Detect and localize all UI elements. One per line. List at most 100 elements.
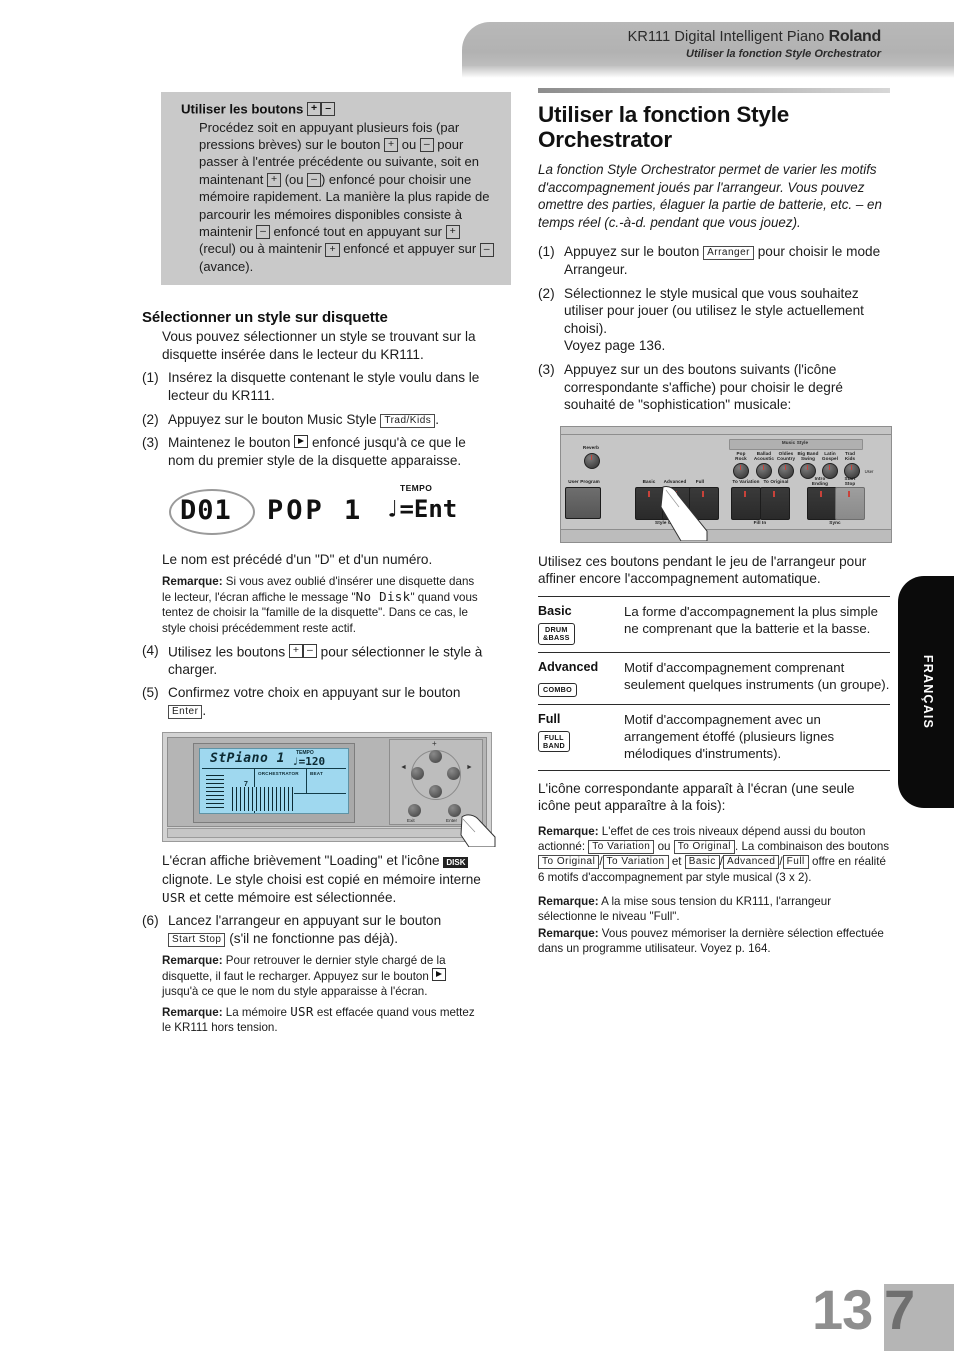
enter-button-label: Enter <box>446 817 457 823</box>
loading-text-a: L'écran affiche brièvement "Loading" et … <box>162 852 444 868</box>
arranger-button-ref: Arranger <box>703 246 754 261</box>
panel-lcd-divider <box>202 767 346 769</box>
panel-foot-bar <box>167 827 487 838</box>
minus-key-icon: – <box>479 242 494 257</box>
panel-lcd-bezel: StPiano 1 TEMPO ♩=120 ORCHESTRATOR BEAT … <box>193 742 355 823</box>
panel-lcd-keyboard-graphic <box>232 786 294 811</box>
step-5-text: Confirmez votre choix en appuyant sur le… <box>168 684 492 719</box>
remark-reload-style: Remarque: Pour retrouver le dernier styl… <box>162 953 484 1000</box>
r1-t3: . La combinaison des boutons <box>735 840 890 854</box>
level-name-basic: Basic <box>538 603 572 618</box>
right-step-3-text: Appuyez sur un des boutons suivants (l'i… <box>564 361 843 413</box>
plus-key-icon: + <box>325 242 340 257</box>
right-step-2-text-a: Sélectionnez le style musical que vous s… <box>564 285 864 336</box>
user-knob-label: User <box>864 468 874 474</box>
reverb-label: Reverb <box>582 444 600 450</box>
section-rule <box>538 88 890 93</box>
music-style-knob-oldies-country[interactable] <box>778 462 794 479</box>
right-step-1-number: (1) <box>538 244 555 260</box>
cursor-down-button[interactable] <box>429 784 442 798</box>
loading-text-c: et cette mémoire est sélectionnée. <box>185 889 397 905</box>
plus-key-icon: + <box>266 173 282 188</box>
advanced-button-label: Advanced <box>663 478 687 484</box>
panel-lcd-vline-2 <box>306 768 307 793</box>
step-2-text-a: Appuyez sur le bouton Music Style <box>168 411 381 427</box>
intro-ending-button[interactable] <box>807 486 837 520</box>
exit-button-label: Exit <box>407 817 415 823</box>
loading-text-b: clignote. Le style choisi est copié en m… <box>162 872 481 888</box>
full-band-icon: FULL BAND <box>538 730 570 753</box>
minus-key-icon: – <box>256 225 270 240</box>
step-5: (5) Confirmez votre choix en appuyant su… <box>142 684 492 719</box>
orchestrator-levels-table: Basic DRUM &BASS La forme d'accompagneme… <box>538 595 890 771</box>
sync-caption: Sync <box>829 519 841 525</box>
page-title: Utiliser la fonction Style Orchestrator <box>538 102 790 152</box>
start-stop-button-label: Start Stop <box>844 475 856 487</box>
plus-key-icon: + <box>383 138 399 153</box>
callout-heading-text: Utiliser les boutons <box>181 101 308 117</box>
minus-key-icon: – <box>419 138 434 153</box>
table-cell-level-2: Advanced COMBO <box>538 651 620 704</box>
section-heading-disquette: Sélectionner un style sur disquette <box>142 309 388 327</box>
combo-icon: COMBO <box>538 682 578 697</box>
user-program-label: User Program <box>568 478 600 484</box>
step-6-text: Lancez l'arrangeur en appuyant sur le bo… <box>168 912 492 947</box>
step-2-text-b: . <box>435 411 440 427</box>
panel-lcd-tone-name: StPiano 1 <box>210 750 285 766</box>
play-key-icon <box>294 435 309 449</box>
right-step-3: (3) Appuyez sur un des boutons suivants … <box>538 361 890 414</box>
remark-label: Remarque: <box>538 927 599 941</box>
drum-bass-icon: DRUM &BASS <box>538 623 575 645</box>
panel-lcd-screen: StPiano 1 TEMPO ♩=120 ORCHESTRATOR BEAT … <box>199 747 349 814</box>
table-row: Basic DRUM &BASS La forme d'accompagneme… <box>538 595 890 652</box>
to-variation-button-ref: To Variation <box>588 840 655 855</box>
right-step-1-text-a: Appuyez sur le bouton <box>564 244 704 260</box>
reverb-knob[interactable] <box>584 452 600 469</box>
minus-key-icon: – <box>307 173 321 188</box>
music-style-title: Music Style <box>781 439 809 445</box>
page-number-right: 7 <box>884 1278 916 1341</box>
user-program-button[interactable] <box>565 486 601 519</box>
start-stop-button[interactable] <box>835 486 865 520</box>
cursor-left-button[interactable] <box>411 766 424 780</box>
to-original-button[interactable] <box>760 486 790 520</box>
step-4: (4) Utilisez les boutons + – pour sélecti… <box>142 642 492 679</box>
remark-power-on-full: Remarque: A la mise sous tension du KR11… <box>538 894 890 924</box>
trad-kids-button-ref: Trad/Kids <box>380 413 436 428</box>
header-title-text: KR111 Digital Intelligent Piano <box>627 29 829 45</box>
right-step-3-number: (3) <box>538 361 555 377</box>
callout-body-4: (ou <box>281 171 308 187</box>
fill-in-caption: Fill In <box>753 519 767 525</box>
step-3-number: (3) <box>142 435 159 451</box>
usr-memory-label: USR <box>290 1004 314 1020</box>
level-name-advanced: Advanced <box>538 659 599 674</box>
step-2: (2) Appuyez sur le bouton Music Style Tr… <box>142 411 492 429</box>
to-variation-button[interactable] <box>731 486 761 520</box>
table-cell-desc-2: Motif d'accompagnement comprenant seulem… <box>620 651 890 704</box>
exit-button[interactable] <box>408 803 421 817</box>
usr-memory-label: USR <box>162 889 186 905</box>
remark-label: Remarque: <box>162 1006 223 1020</box>
step-6-text-b: (s'il ne fonctionne pas déjà). <box>225 930 399 946</box>
remark3-text-a: La mémoire <box>222 1006 291 1020</box>
table-cell-desc-1: La forme d'accompagnement la plus simple… <box>620 595 890 652</box>
basic-button-ref: Basic <box>684 855 720 870</box>
left-column: Utiliser les boutons + – Procédez soit en… <box>142 92 511 1036</box>
right-step-1-text: Appuyez sur le bouton Arranger pour choi… <box>564 243 890 278</box>
right-step-2-number: (2) <box>538 285 555 301</box>
advanced-button-ref: Advanced <box>722 855 780 870</box>
callout-body-8: enfoncé et appuyer sur <box>339 241 480 257</box>
callout-heading: Utiliser les boutons + – <box>181 100 499 117</box>
lcd-tempo-value: ♩=Ent <box>385 495 458 524</box>
table-cell-level-1: Basic DRUM &BASS <box>538 595 620 652</box>
step-1-number: (1) <box>142 370 159 386</box>
panel-lcd-tempo-value: ♩=120 <box>292 754 326 768</box>
step-4-number: (4) <box>142 642 159 658</box>
music-style-knob-pop-rock[interactable] <box>733 462 749 479</box>
cursor-right-button[interactable] <box>447 766 460 780</box>
cursor-up-button[interactable] <box>429 749 442 763</box>
callout-body-7: (recul) ou à maintenir <box>199 241 326 257</box>
step-3: (3) Maintenez le bouton enfoncé jusqu'à … <box>142 434 492 469</box>
music-style-knob-ballad-acoustic[interactable] <box>756 462 772 479</box>
intro-ending-button-label: Intro Ending <box>811 475 829 487</box>
